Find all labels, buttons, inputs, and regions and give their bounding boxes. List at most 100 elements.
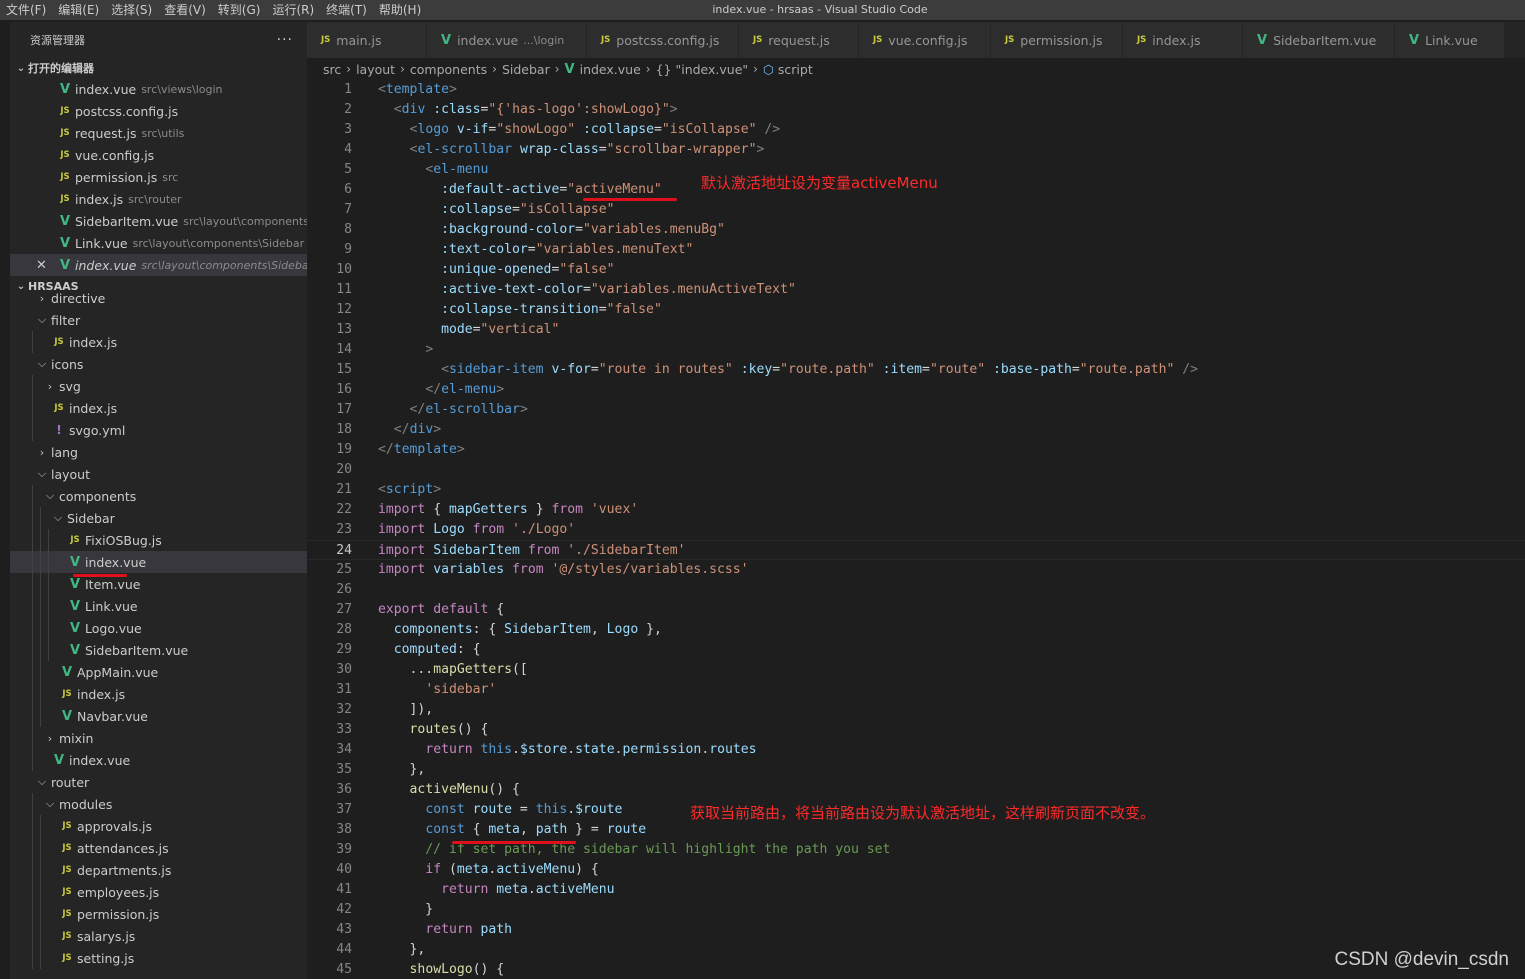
- more-actions-icon[interactable]: ···: [277, 32, 293, 48]
- open-editor-item[interactable]: ✕ Vindex.vue src\layout\components\Sidebar: [10, 254, 307, 276]
- file-item[interactable]: V SidebarItem.vue: [10, 639, 307, 661]
- breadcrumb-sidebar[interactable]: Sidebar: [502, 62, 550, 77]
- code-line[interactable]: 25 import variables from '@/styles/variab…: [307, 560, 1525, 580]
- open-editor-item[interactable]: VSidebarItem.vue src\layout\components\..…: [10, 210, 307, 232]
- code-line[interactable]: 9 :text-color="variables.menuText": [307, 240, 1525, 260]
- folder-item[interactable]: ⌵ icons: [10, 353, 307, 375]
- code-line[interactable]: 29 computed: {: [307, 640, 1525, 660]
- file-item[interactable]: JS index.js: [10, 397, 307, 419]
- file-item[interactable]: V AppMain.vue: [10, 661, 307, 683]
- code-line[interactable]: 13 mode="vertical": [307, 320, 1525, 340]
- code-line[interactable]: 17 </el-scrollbar>: [307, 400, 1525, 420]
- open-editor-item[interactable]: JS postcss.config.js: [10, 100, 307, 122]
- editor-tab[interactable]: V SidebarItem.vue: [1243, 22, 1395, 58]
- code-editor[interactable]: 1 <template> 2 <div :class="{'has-logo':sh…: [307, 80, 1525, 979]
- folder-item[interactable]: ⌵ modules: [10, 793, 307, 815]
- code-line[interactable]: 24 import SidebarItem from './SidebarItem…: [307, 540, 1525, 560]
- code-line[interactable]: 22 import { mapGetters } from 'vuex': [307, 500, 1525, 520]
- code-line[interactable]: 26: [307, 580, 1525, 600]
- folder-item[interactable]: ⌵ components: [10, 485, 307, 507]
- breadcrumb-object[interactable]: {} "index.vue": [656, 62, 749, 77]
- code-line[interactable]: 28 components: { SidebarItem, Logo },: [307, 620, 1525, 640]
- code-line[interactable]: 1 <template>: [307, 80, 1525, 100]
- menu-item[interactable]: 运行(R): [266, 0, 320, 20]
- breadcrumb-file[interactable]: index.vue: [580, 62, 641, 77]
- file-item[interactable]: JS salarys.js: [10, 925, 307, 947]
- folder-item[interactable]: ⌵ Sidebar: [10, 507, 307, 529]
- open-editor-item[interactable]: JS vue.config.js: [10, 144, 307, 166]
- menu-item[interactable]: 帮助(H): [373, 0, 427, 20]
- code-line[interactable]: 14 >: [307, 340, 1525, 360]
- code-line[interactable]: 34 return this.$store.state.permission.r…: [307, 740, 1525, 760]
- editor-tab[interactable]: JS index.js: [1123, 22, 1243, 58]
- code-line[interactable]: 7 :collapse="isCollapse": [307, 200, 1525, 220]
- file-item[interactable]: JS employees.js: [10, 881, 307, 903]
- editor-tab[interactable]: JS main.js: [307, 22, 427, 58]
- menu-item[interactable]: 选择(S): [105, 0, 158, 20]
- code-line[interactable]: 18 </div>: [307, 420, 1525, 440]
- code-line[interactable]: 20: [307, 460, 1525, 480]
- menu-item[interactable]: 查看(V): [158, 0, 212, 20]
- menu-item[interactable]: 文件(F): [0, 0, 52, 20]
- open-editor-item[interactable]: JS permission.js src: [10, 166, 307, 188]
- code-line[interactable]: 43 return path: [307, 920, 1525, 940]
- folder-item[interactable]: › mixin: [10, 727, 307, 749]
- code-line[interactable]: 2 <div :class="{'has-logo':showLogo}">: [307, 100, 1525, 120]
- editor-tab[interactable]: JS request.js: [739, 22, 859, 58]
- editor-tab[interactable]: JS postcss.config.js: [587, 22, 739, 58]
- code-line[interactable]: 15 <sidebar-item v-for="route in routes"…: [307, 360, 1525, 380]
- code-line[interactable]: 23 import Logo from './Logo': [307, 520, 1525, 540]
- file-item[interactable]: V Item.vue: [10, 573, 307, 595]
- file-item[interactable]: ! svgo.yml: [10, 419, 307, 441]
- editor-tab[interactable]: JS permission.js: [991, 22, 1123, 58]
- menu-item[interactable]: 编辑(E): [52, 0, 105, 20]
- breadcrumb-layout[interactable]: layout: [356, 62, 395, 77]
- open-editor-item[interactable]: Vindex.vue src\views\login: [10, 78, 307, 100]
- code-line[interactable]: 12 :collapse-transition="false": [307, 300, 1525, 320]
- menu-item[interactable]: 转到(G): [212, 0, 267, 20]
- menu-item[interactable]: 终端(T): [320, 0, 373, 20]
- code-line[interactable]: 33 routes() {: [307, 720, 1525, 740]
- code-line[interactable]: 19 </template>: [307, 440, 1525, 460]
- file-item[interactable]: JS index.js: [10, 331, 307, 353]
- breadcrumb-section[interactable]: script: [778, 62, 813, 77]
- file-item[interactable]: JS departments.js: [10, 859, 307, 881]
- code-line[interactable]: 4 <el-scrollbar wrap-class="scrollbar-wr…: [307, 140, 1525, 160]
- code-line[interactable]: 32 ]),: [307, 700, 1525, 720]
- code-line[interactable]: 35 },: [307, 760, 1525, 780]
- folder-item[interactable]: › lang: [10, 441, 307, 463]
- folder-item[interactable]: ⌵ router: [10, 771, 307, 793]
- code-line[interactable]: 3 <logo v-if="showLogo" :collapse="isCol…: [307, 120, 1525, 140]
- code-line[interactable]: 41 return meta.activeMenu: [307, 880, 1525, 900]
- code-line[interactable]: 40 if (meta.activeMenu) {: [307, 860, 1525, 880]
- file-item[interactable]: JS setting.js: [10, 947, 307, 969]
- code-line[interactable]: 8 :background-color="variables.menuBg": [307, 220, 1525, 240]
- editor-tab[interactable]: Vindex.vue ...\login: [427, 22, 587, 58]
- code-line[interactable]: 31 'sidebar': [307, 680, 1525, 700]
- code-line[interactable]: 21 <script>: [307, 480, 1525, 500]
- code-line[interactable]: 27 export default {: [307, 600, 1525, 620]
- folder-item[interactable]: › svg: [10, 375, 307, 397]
- open-editor-item[interactable]: JS request.js src\utils: [10, 122, 307, 144]
- code-line[interactable]: 42 }: [307, 900, 1525, 920]
- folder-item[interactable]: ⌵ filter: [10, 309, 307, 331]
- folder-item[interactable]: › directive: [10, 287, 307, 309]
- code-line[interactable]: 11 :active-text-color="variables.menuAct…: [307, 280, 1525, 300]
- editor-tab[interactable]: JS vue.config.js: [859, 22, 991, 58]
- file-item[interactable]: Vindex.vue: [10, 749, 307, 771]
- code-line[interactable]: 36 activeMenu() {: [307, 780, 1525, 800]
- open-editor-item[interactable]: V Link.vue src\layout\components\Sidebar: [10, 232, 307, 254]
- breadcrumb-components[interactable]: components: [410, 62, 487, 77]
- file-item[interactable]: JS permission.js: [10, 903, 307, 925]
- code-line[interactable]: 16 </el-menu>: [307, 380, 1525, 400]
- editor-tab[interactable]: V Link.vue: [1395, 22, 1505, 58]
- file-item[interactable]: V Link.vue: [10, 595, 307, 617]
- code-line[interactable]: 30 ...mapGetters([: [307, 660, 1525, 680]
- open-editor-item[interactable]: JS index.js src\router: [10, 188, 307, 210]
- file-item[interactable]: JS attendances.js: [10, 837, 307, 859]
- code-line[interactable]: 10 :unique-opened="false": [307, 260, 1525, 280]
- breadcrumb-src[interactable]: src: [323, 62, 341, 77]
- open-editors-section-header[interactable]: ⌄ 打开的编辑器: [10, 58, 307, 78]
- code-line[interactable]: 38 const { meta, path } = route: [307, 820, 1525, 840]
- file-item[interactable]: V Navbar.vue: [10, 705, 307, 727]
